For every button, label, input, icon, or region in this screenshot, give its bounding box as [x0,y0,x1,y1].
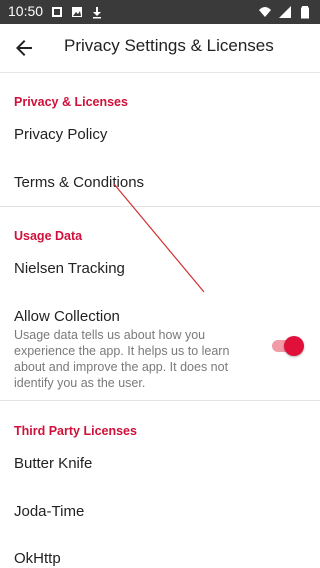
page-title: Privacy Settings & Licenses [64,36,274,55]
status-left-icons [50,5,104,19]
butter-knife-item[interactable]: Butter Knife [14,455,92,472]
allow-collection-description: Usage data tells us about how you experi… [14,328,230,390]
signal-icon [279,6,291,18]
app-bar: Privacy Settings & Licenses [0,24,320,73]
status-bar: 10:50 [0,0,320,24]
image-icon [72,7,82,17]
toggle-thumb [284,336,304,356]
privacy-policy-item[interactable]: Privacy Policy [14,126,107,143]
nielsen-tracking-item[interactable]: Nielsen Tracking [14,260,125,277]
section-header-usage: Usage Data [14,229,83,243]
battery-icon [301,6,309,19]
annotation-line [113,183,205,293]
allow-collection-label: Allow Collection [14,308,120,325]
terms-conditions-item[interactable]: Terms & Conditions [14,174,144,191]
status-time: 10:50 [8,3,44,19]
download-icon [93,7,101,19]
okhttp-item[interactable]: OkHttp [14,550,61,567]
status-right-icons [258,5,312,19]
divider [0,206,320,207]
wifi-icon [259,7,271,17]
allow-collection-toggle[interactable] [272,336,306,356]
notification-icon [52,7,62,17]
section-header-privacy: Privacy & Licenses [14,95,128,109]
arrow-back-icon[interactable] [12,36,36,60]
divider [0,400,320,401]
section-header-third-party: Third Party Licenses [14,424,137,438]
joda-time-item[interactable]: Joda-Time [14,503,84,520]
